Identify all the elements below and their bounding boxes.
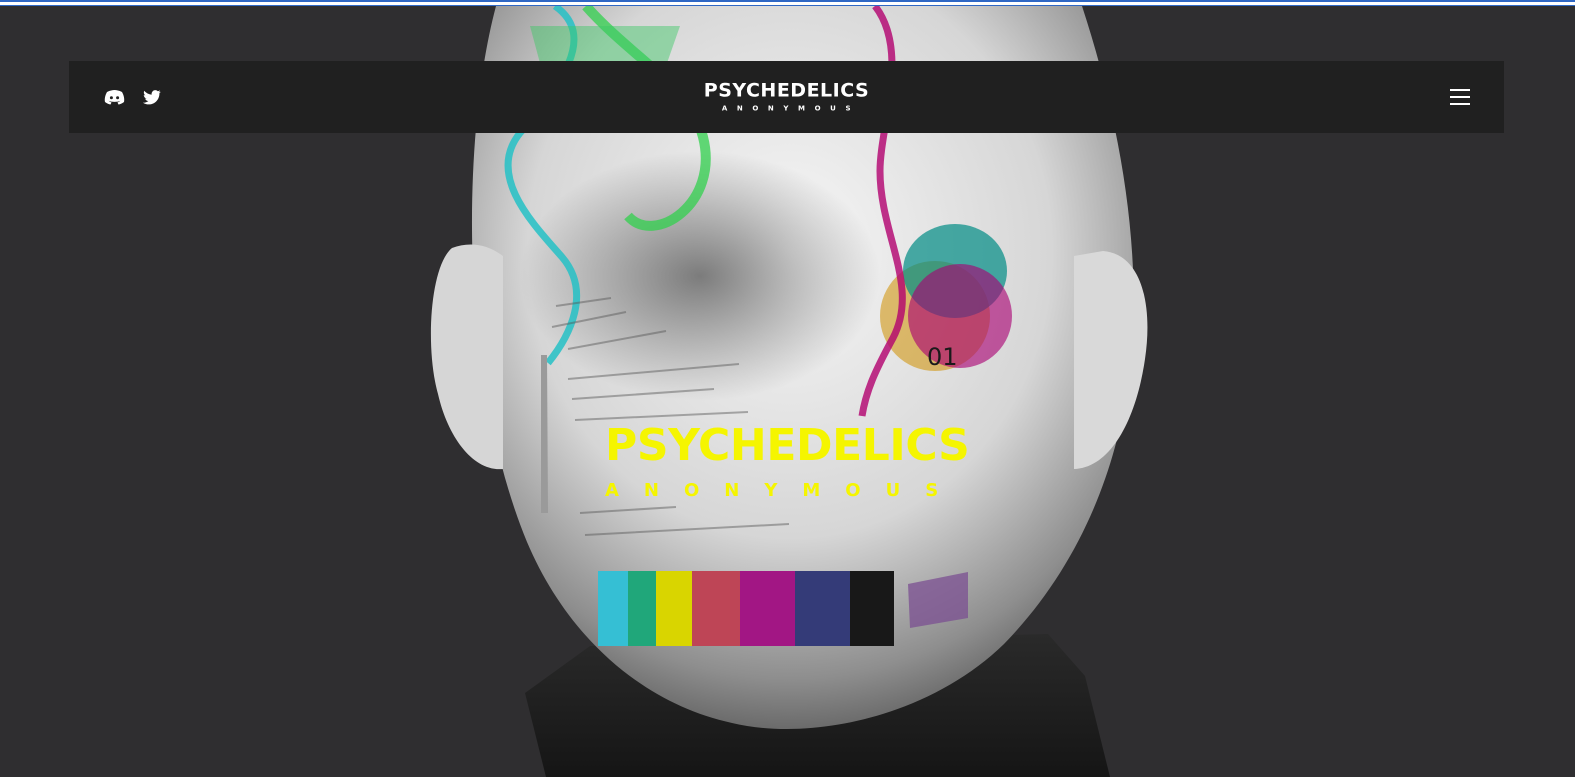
twitter-icon[interactable] <box>141 86 163 108</box>
top-navigation-bar: PSYCHEDELICS ANONYMOUS <box>69 61 1504 133</box>
social-links <box>103 86 163 108</box>
hero-subtitle: ANONYMOUS <box>605 480 964 501</box>
overlay-number: 01 <box>927 343 958 371</box>
brand-logo[interactable]: PSYCHEDELICS ANONYMOUS <box>703 79 870 113</box>
logo-main-text: PSYCHEDELICS <box>703 79 870 102</box>
menu-line-bottom <box>1450 103 1470 105</box>
logo-sub-text: ANONYMOUS <box>721 104 861 113</box>
right-ear-shape <box>1074 251 1148 469</box>
hero-title-block: PSYCHEDELICS ANONYMOUS <box>605 424 985 500</box>
hamburger-menu-icon[interactable] <box>1450 89 1470 105</box>
menu-line-top <box>1450 89 1470 91</box>
menu-line-middle <box>1450 96 1470 98</box>
left-ear-shape <box>430 244 503 470</box>
hero-section: PSYCHEDELICS ANONYMOUS PSYCHEDELICS ANON… <box>0 6 1575 777</box>
hero-title: PSYCHEDELICS <box>605 420 970 471</box>
discord-icon[interactable] <box>103 86 125 108</box>
